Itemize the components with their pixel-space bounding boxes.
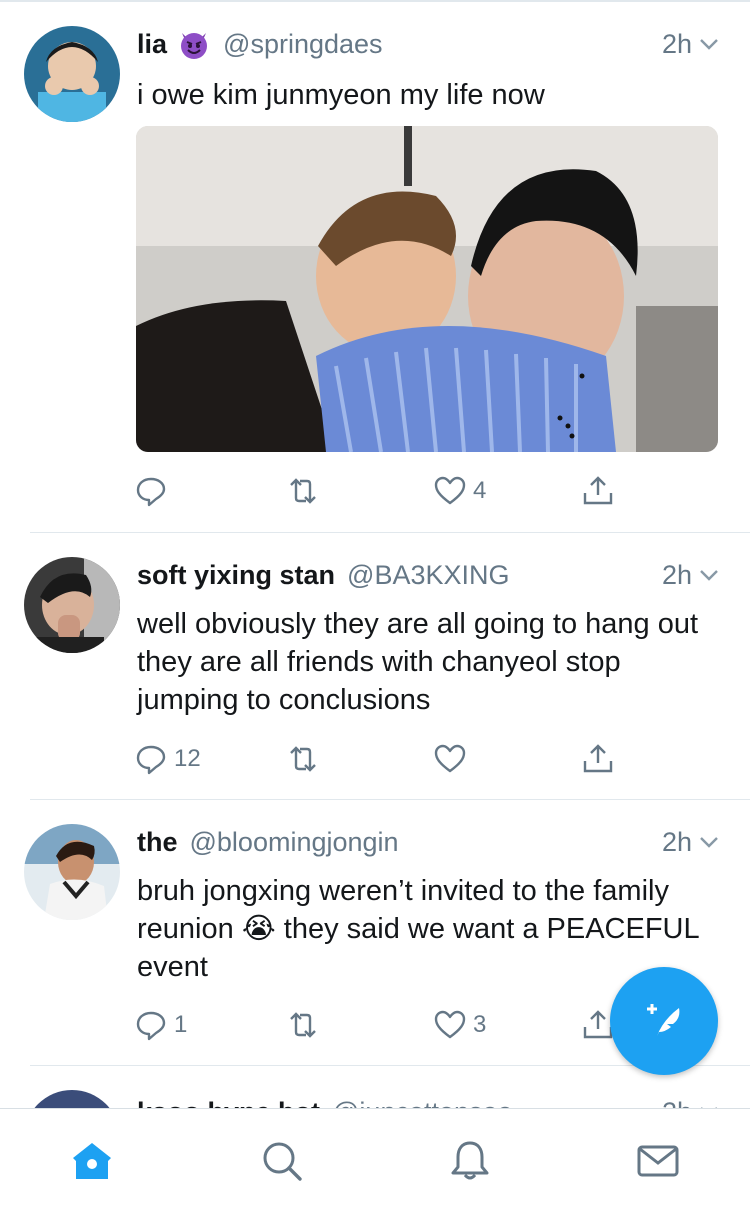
retweet-icon <box>290 478 316 504</box>
avatar[interactable] <box>24 824 120 920</box>
chevron-down-icon[interactable] <box>698 564 720 586</box>
retweet-button[interactable] <box>286 742 320 776</box>
chevron-down-icon[interactable] <box>698 33 720 55</box>
reply-count: 12 <box>174 745 201 772</box>
notifications-icon[interactable] <box>448 1139 492 1183</box>
home-icon[interactable] <box>70 1139 114 1183</box>
timestamp: 2h <box>661 559 692 590</box>
tweet-text: bruh jongxing weren’t invited to the fam… <box>137 872 720 986</box>
tweet-media-image[interactable] <box>136 126 718 452</box>
avatar[interactable] <box>24 26 120 122</box>
display-name[interactable]: lia <box>137 29 167 60</box>
display-name[interactable]: soft yixing stan <box>137 560 335 591</box>
user-handle[interactable]: @juncottonsoo <box>332 1097 513 1109</box>
retweet-button[interactable] <box>286 1008 320 1042</box>
avatar[interactable] <box>24 557 120 653</box>
reply-icon <box>136 745 166 775</box>
timestamp: 2h <box>661 28 692 59</box>
timestamp: 2h <box>661 826 692 857</box>
retweet-icon <box>290 746 316 772</box>
timestamp: 2h <box>662 1097 692 1109</box>
like-button[interactable] <box>433 742 473 776</box>
display-name[interactable]: ksoo hyne bot <box>137 1097 320 1109</box>
chevron-down-icon[interactable] <box>698 1101 720 1108</box>
messages-icon[interactable] <box>636 1139 680 1183</box>
share-icon <box>583 476 613 505</box>
heart-icon <box>434 1010 466 1039</box>
tweet-1[interactable]: lia @springdaes 2h i owe kim junmyeon my… <box>0 0 750 533</box>
retweet-icon <box>290 1012 316 1038</box>
loudly-crying-face-emoji-icon: 😭 <box>241 913 276 945</box>
reply-button[interactable]: 12 <box>134 742 201 776</box>
display-name[interactable]: the <box>137 827 178 858</box>
like-button[interactable]: 3 <box>433 1008 486 1042</box>
smiling-devil-emoji-icon <box>177 27 211 61</box>
bottom-tab-bar <box>0 1108 750 1209</box>
tweet-text: i owe kim junmyeon my life now <box>137 79 545 111</box>
avatar[interactable] <box>24 1090 120 1108</box>
heart-icon <box>434 744 466 773</box>
reply-button[interactable]: 1 <box>134 1008 187 1042</box>
reply-icon <box>136 1011 166 1041</box>
like-count: 4 <box>473 477 487 504</box>
tweet-2[interactable]: soft yixing stan @BA3KXING 2h well obvio… <box>0 533 750 800</box>
compose-tweet-icon <box>647 1004 680 1036</box>
user-handle[interactable]: @bloomingjongin <box>190 827 399 858</box>
share-icon <box>583 744 613 773</box>
search-icon[interactable] <box>260 1139 304 1183</box>
user-handle[interactable]: @BA3KXING <box>347 560 509 591</box>
tweet-text: well obviously they are all going to han… <box>137 608 699 716</box>
chevron-down-icon[interactable] <box>698 831 720 853</box>
share-button[interactable] <box>581 474 615 508</box>
user-handle[interactable]: @springdaes <box>223 29 383 60</box>
reply-count: 1 <box>174 1011 188 1038</box>
share-button[interactable] <box>581 742 615 776</box>
like-count: 3 <box>473 1011 487 1038</box>
like-button[interactable]: 4 <box>433 474 486 508</box>
compose-tweet-button[interactable] <box>610 967 718 1075</box>
reply-icon <box>136 477 166 507</box>
heart-icon <box>434 476 466 505</box>
tweet-4-partial[interactable]: ksoo hyne bot @juncottonsoo 2h <box>0 1066 750 1108</box>
retweet-button[interactable] <box>286 474 320 508</box>
reply-button[interactable] <box>134 474 174 508</box>
